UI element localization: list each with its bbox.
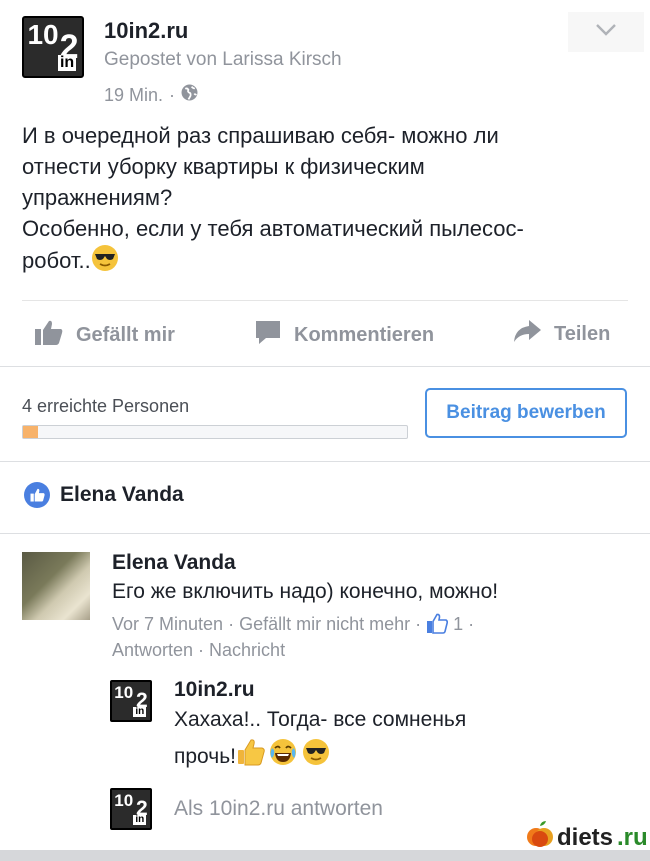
share-icon <box>512 318 542 350</box>
thumbs-up-icon <box>426 613 449 641</box>
commenter-avatar[interactable] <box>22 552 90 620</box>
post-options-button[interactable] <box>568 12 644 52</box>
post-text-line: отнести уборку квартиры к физическим <box>22 154 425 179</box>
likers-row[interactable]: Elena Vanda <box>24 482 184 508</box>
post-text-line: Особенно, если у тебя автоматический пыл… <box>22 216 524 241</box>
chevron-down-icon <box>595 23 617 42</box>
logo-text-10: 10 <box>114 683 134 703</box>
reply-as-logo: 10 2 in <box>110 788 152 830</box>
logo-text-in: in <box>57 54 77 72</box>
reply-text-line: прочь! <box>174 745 236 768</box>
page-avatar-logo[interactable]: 10 2 in <box>22 16 84 78</box>
comment-meta-line2[interactable]: Antworten · Nachricht <box>112 637 285 663</box>
reply-author-logo[interactable]: 10 2 in <box>110 680 152 722</box>
like-badge-icon <box>24 482 50 508</box>
section-divider <box>0 366 650 367</box>
globe-icon <box>181 84 198 106</box>
watermark-text: diets <box>557 823 614 851</box>
comment-button[interactable]: Kommentieren <box>254 318 434 352</box>
liker-name: Elena Vanda <box>60 483 184 506</box>
comment-meta-sep: · <box>468 614 475 634</box>
reach-progress-bar <box>22 425 408 439</box>
thumbs-up-icon <box>34 318 64 352</box>
share-button-label: Teilen <box>554 322 611 345</box>
post-body: И в очередной раз спрашиваю себя- можно … <box>22 120 622 280</box>
comment-icon <box>254 318 282 352</box>
posted-by-text: Gepostet von Larissa Kirsch <box>104 49 342 70</box>
sunglasses-emoji <box>302 738 330 775</box>
post-text-line: И в очередной раз спрашиваю себя- можно … <box>22 123 499 148</box>
post-text-line: робот.. <box>22 247 91 273</box>
logo-text-in: in <box>133 705 147 717</box>
comment-meta-text[interactable]: Vor 7 Minuten · Gefällt mir nicht mehr · <box>112 614 421 634</box>
comment-like-count: 1 <box>453 614 464 634</box>
bottom-band <box>0 850 650 861</box>
section-divider <box>0 461 650 462</box>
like-button-label: Gefällt mir <box>76 323 175 346</box>
reply-text-line-last: прочь! <box>174 737 330 776</box>
like-button[interactable]: Gefällt mir <box>34 318 175 352</box>
thumbs-up-emoji <box>236 737 266 776</box>
post-divider <box>22 300 628 301</box>
logo-text-10: 10 <box>27 19 59 51</box>
meta-separator: · <box>169 84 176 105</box>
boost-post-button[interactable]: Beitrag bewerben <box>425 388 627 438</box>
share-button[interactable]: Teilen <box>512 318 610 350</box>
comment-button-label: Kommentieren <box>294 323 435 346</box>
reply-author[interactable]: 10in2.ru <box>174 678 255 702</box>
sunglasses-emoji <box>91 244 119 280</box>
logo-text-in: in <box>133 813 147 825</box>
watermark-suffix: .ru <box>617 823 648 851</box>
section-divider <box>0 533 650 534</box>
post-meta: 19 Min. · <box>104 84 198 106</box>
reply-text-line: Хахаха!.. Тогда- все сомненья <box>174 708 467 731</box>
comment-author[interactable]: Elena Vanda <box>112 551 236 575</box>
reach-label: 4 erreichte Personen <box>22 396 190 416</box>
reach-progress-fill <box>23 426 39 438</box>
post-text-line-last: робот.. <box>22 244 622 280</box>
post-time[interactable]: 19 Min. <box>104 85 163 106</box>
reply-input[interactable]: Als 10in2.ru antworten <box>174 797 383 821</box>
logo-text-10: 10 <box>114 791 134 811</box>
comment-text: Его же включить надо) конечно, можно! <box>112 580 499 603</box>
page-name[interactable]: 10in2.ru <box>104 18 188 44</box>
post-text-line: упражнениям? <box>22 185 173 210</box>
laughing-tears-emoji <box>268 737 298 776</box>
